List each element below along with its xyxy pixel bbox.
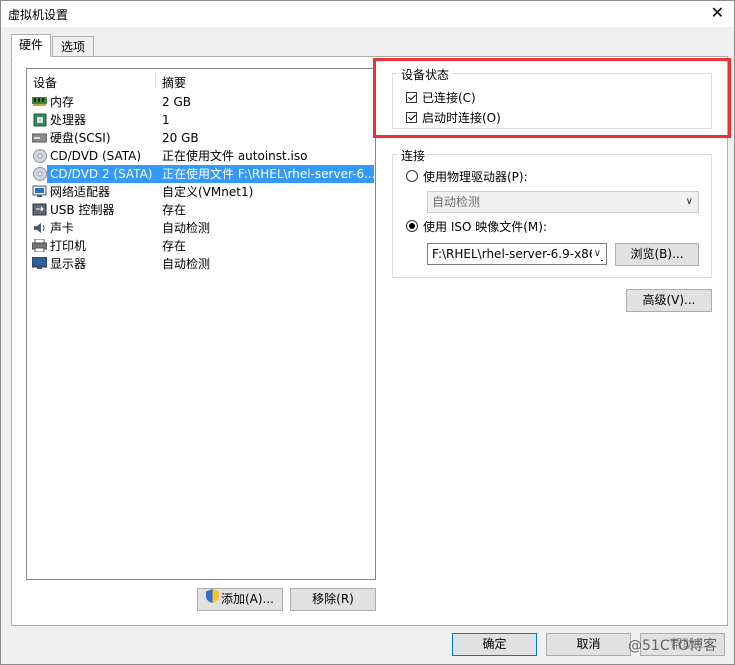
window-title: 虚拟机设置 (8, 8, 69, 22)
ok-button[interactable]: 确定 (452, 633, 537, 656)
printer-icon (31, 238, 48, 253)
add-button-label: 添加(A)... (220, 592, 275, 606)
device-list-header: 设备 摘要 (27, 69, 375, 91)
device-summary: 正在使用文件 F:\RHEL\rhel-server-6.... (162, 167, 380, 181)
harddisk-icon (31, 131, 48, 144)
device-summary: 正在使用文件 autoinst.iso (162, 149, 308, 163)
device-summary: 2 GB (162, 95, 191, 109)
processor-icon (32, 113, 47, 127)
device-row-sound[interactable]: 声卡 自动检测 (28, 219, 375, 237)
title-bar: 虚拟机设置 ✕ (1, 1, 734, 27)
advanced-button[interactable]: 高级(V)... (626, 289, 712, 312)
vm-settings-dialog: 虚拟机设置 ✕ 硬件 选项 设备 摘要 内存 2 GB 处理器 1 硬盘(SCS… (0, 0, 735, 665)
usb-icon (32, 203, 47, 216)
iso-path-value: F:\RHEL\rhel-server-6.9-x86_ (432, 247, 603, 261)
column-header-device[interactable]: 设备 (33, 74, 57, 91)
device-row-cd-dvd[interactable]: CD/DVD (SATA) 正在使用文件 autoinst.iso (28, 147, 375, 165)
chevron-down-icon: ∨ (685, 196, 693, 207)
ok-button-label: 确定 (482, 637, 507, 651)
device-summary: 自动检测 (162, 257, 211, 271)
column-header-summary[interactable]: 摘要 (162, 74, 186, 91)
physical-drive-label[interactable]: 使用物理驱动器(P): (423, 168, 528, 185)
sound-icon (32, 221, 47, 234)
iso-image-radio[interactable] (406, 220, 418, 232)
device-name: 网络适配器 (50, 185, 111, 199)
column-divider[interactable] (155, 72, 156, 88)
monitor-icon (31, 256, 48, 270)
iso-image-label[interactable]: 使用 ISO 映像文件(M): (423, 218, 547, 235)
device-row-usb[interactable]: USB 控制器 存在 (28, 201, 375, 219)
device-list[interactable]: 设备 摘要 内存 2 GB 处理器 1 硬盘(SCSI) 20 GB CD/DV… (26, 68, 379, 580)
device-row-cd-dvd-2[interactable]: CD/DVD 2 (SATA) 正在使用文件 F:\RHEL\rhel-serv… (28, 165, 379, 183)
device-name: CD/DVD 2 (SATA) (50, 167, 153, 181)
watermark: @51CTO博客 (628, 638, 718, 654)
device-summary: 20 GB (162, 131, 199, 145)
highlight-box (373, 58, 731, 138)
physical-drive-radio[interactable] (406, 170, 418, 182)
device-summary: 自动检测 (162, 221, 211, 235)
device-summary: 1 (162, 113, 170, 127)
network-icon (32, 185, 47, 198)
hardware-panel: 设备 摘要 内存 2 GB 处理器 1 硬盘(SCSI) 20 GB CD/DV… (11, 56, 728, 626)
device-summary: 存在 (162, 239, 187, 253)
device-row-memory[interactable]: 内存 2 GB (28, 93, 375, 111)
cd-icon (32, 167, 47, 181)
device-name: 内存 (50, 95, 75, 109)
device-row-harddisk[interactable]: 硬盘(SCSI) 20 GB (28, 129, 375, 147)
physical-drive-value: 自动检测 (432, 195, 481, 209)
device-name: 声卡 (50, 221, 75, 235)
physical-drive-select: 自动检测 ∨ (427, 191, 699, 213)
memory-icon (32, 95, 47, 108)
device-summary: 自定义(VMnet1) (162, 185, 254, 199)
close-icon[interactable]: ✕ (711, 4, 724, 22)
device-row-monitor[interactable]: 显示器 自动检测 (28, 255, 375, 273)
device-summary: 存在 (162, 203, 187, 217)
chevron-down-icon[interactable]: ∨ (591, 244, 601, 264)
add-device-button[interactable]: 添加(A)... (197, 588, 283, 611)
connection-group: 连接 使用物理驱动器(P): 自动检测 ∨ 使用 ISO 映像文件(M): F:… (392, 147, 712, 278)
device-row-processor[interactable]: 处理器 1 (28, 111, 375, 129)
device-name: 处理器 (50, 113, 87, 127)
device-name: USB 控制器 (50, 203, 115, 217)
device-name: 打印机 (50, 239, 87, 253)
device-name: CD/DVD (SATA) (50, 149, 142, 163)
device-row-printer[interactable]: 打印机 存在 (28, 237, 375, 255)
remove-device-button[interactable]: 移除(R) (290, 588, 376, 611)
iso-path-combobox[interactable]: F:\RHEL\rhel-server-6.9-x86_ ∨ (427, 243, 607, 265)
tab-options[interactable]: 选项 (52, 36, 94, 57)
device-name: 硬盘(SCSI) (50, 131, 111, 145)
device-row-network[interactable]: 网络适配器 自定义(VMnet1) (28, 183, 375, 201)
connection-title: 连接 (398, 147, 429, 164)
device-name: 显示器 (50, 257, 87, 271)
shield-icon (205, 589, 219, 610)
cancel-button[interactable]: 取消 (546, 633, 631, 656)
browse-button[interactable]: 浏览(B)... (615, 243, 699, 266)
cd-icon (32, 149, 47, 163)
tab-hardware[interactable]: 硬件 (11, 34, 51, 57)
